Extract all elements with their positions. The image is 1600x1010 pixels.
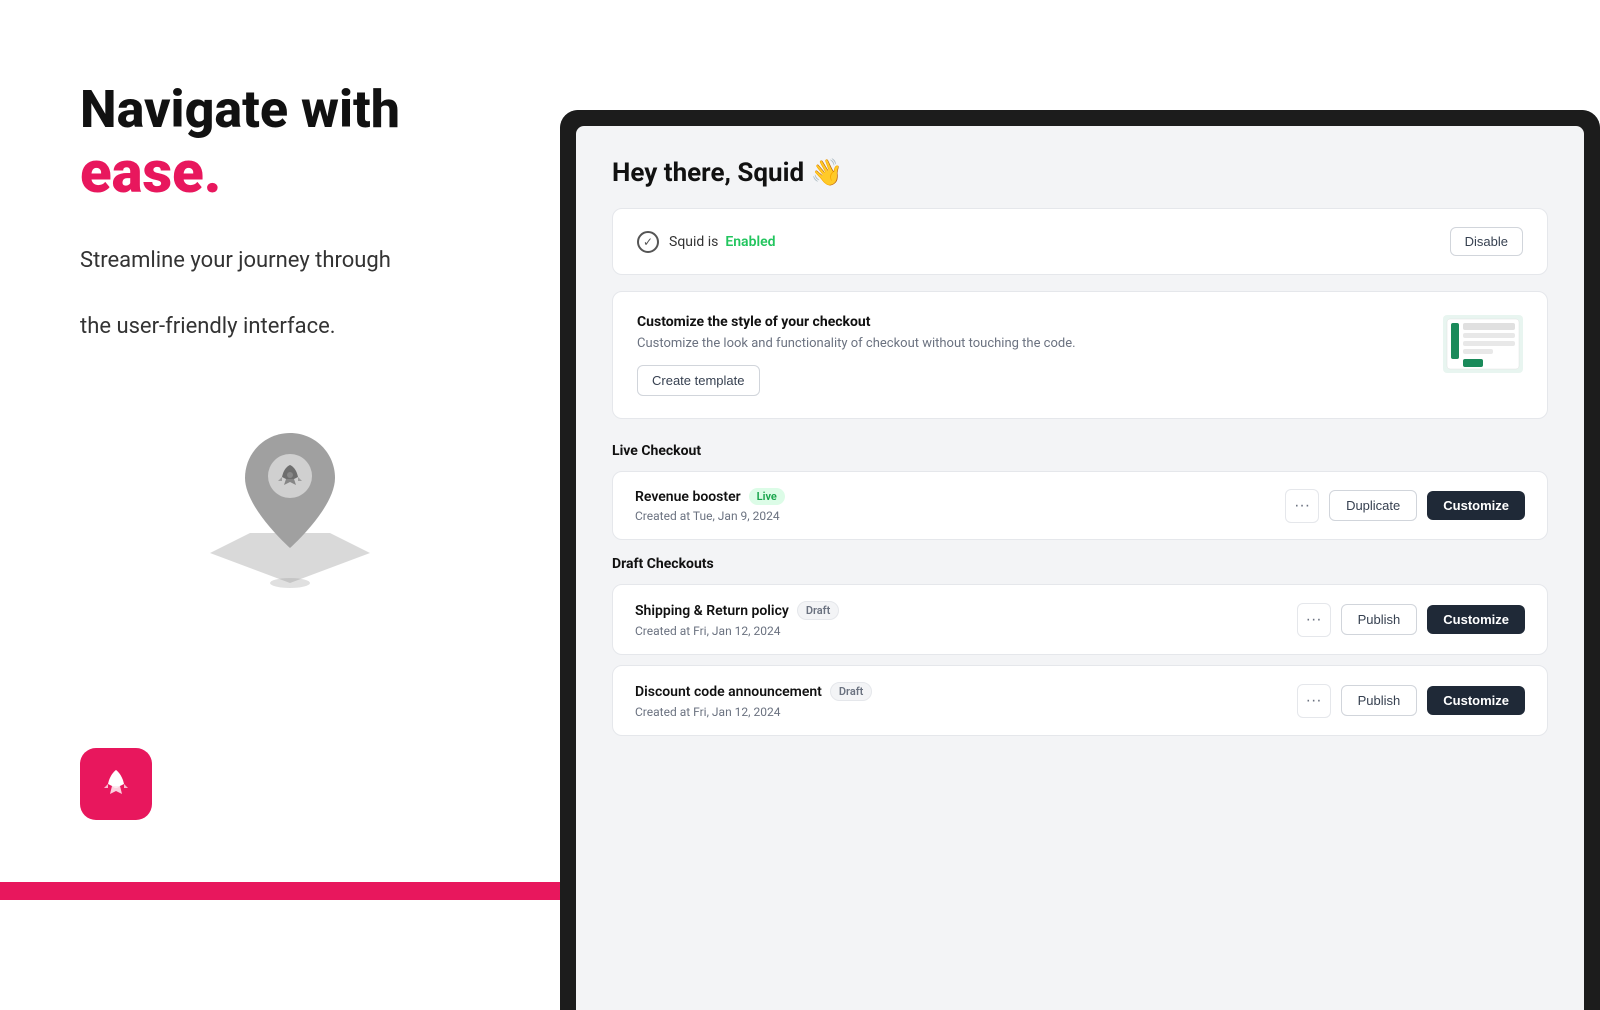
laptop-bezel: Hey there, Squid 👋 ✓ Squid is Enabled Di… <box>560 110 1600 1010</box>
laptop-screen: Hey there, Squid 👋 ✓ Squid is Enabled Di… <box>576 126 1584 1010</box>
map-illustration <box>80 393 500 617</box>
status-prefix: Squid is <box>669 234 718 250</box>
draft-badge-2: Draft <box>830 682 872 701</box>
check-circle-icon: ✓ <box>637 231 659 253</box>
status-left: ✓ Squid is Enabled <box>637 231 776 253</box>
status-card: ✓ Squid is Enabled Disable <box>612 208 1548 275</box>
disable-button[interactable]: Disable <box>1450 227 1523 256</box>
customize-card: Customize the style of your checkout Cus… <box>612 291 1548 419</box>
status-value: Enabled <box>725 234 775 250</box>
draft-item2-created: Created at Fri, Jan 12, 2024 <box>635 705 872 719</box>
subtext-line2: the user-friendly interface. <box>80 314 336 339</box>
live-checkout-label: Live Checkout <box>612 443 1548 459</box>
status-text: Squid is Enabled <box>669 234 776 250</box>
draft-item1-created: Created at Fri, Jan 12, 2024 <box>635 624 839 638</box>
draft-row2-right: ··· Publish Customize <box>1297 684 1525 718</box>
draft1-dots-button[interactable]: ··· <box>1297 603 1331 637</box>
draft-checkout-row-2: Discount code announcement Draft Created… <box>612 665 1548 736</box>
draft-row1-left: Shipping & Return policy Draft Created a… <box>635 601 839 638</box>
live-item-name: Revenue booster Live <box>635 488 785 505</box>
live-checkout-row-left: Revenue booster Live Created at Tue, Jan… <box>635 488 785 523</box>
template-preview <box>1443 314 1523 374</box>
live-checkout-section: Live Checkout Revenue booster Live Creat… <box>612 443 1548 540</box>
draft-row1-right: ··· Publish Customize <box>1297 603 1525 637</box>
duplicate-button[interactable]: Duplicate <box>1329 490 1417 521</box>
live-dots-button[interactable]: ··· <box>1285 489 1319 523</box>
pink-bar <box>0 882 560 900</box>
greeting-title: Hey there, Squid 👋 <box>612 158 1548 188</box>
right-panel: Hey there, Squid 👋 ✓ Squid is Enabled Di… <box>560 110 1600 1010</box>
customize-title: Customize the style of your checkout <box>637 314 1076 330</box>
draft-badge-1: Draft <box>797 601 839 620</box>
customize-card-left: Customize the style of your checkout Cus… <box>637 314 1076 396</box>
subtext-line1: Streamline your journey through <box>80 248 391 273</box>
draft-row2-left: Discount code announcement Draft Created… <box>635 682 872 719</box>
live-checkout-row-right: ··· Duplicate Customize <box>1285 489 1525 523</box>
headline-line1: Navigate with <box>80 79 400 140</box>
live-badge: Live <box>749 488 785 505</box>
subtext: Streamline your journey through the user… <box>80 244 500 343</box>
map-svg <box>180 393 400 617</box>
app-icon <box>80 748 152 820</box>
create-template-button[interactable]: Create template <box>637 365 760 396</box>
headline: Navigate with ease. <box>80 80 500 206</box>
live-checkout-row: Revenue booster Live Created at Tue, Jan… <box>612 471 1548 540</box>
draft1-customize-button[interactable]: Customize <box>1427 605 1525 634</box>
customize-description: Customize the look and functionality of … <box>637 336 1076 351</box>
draft-checkout-section: Draft Checkouts Shipping & Return policy… <box>612 556 1548 736</box>
draft2-dots-button[interactable]: ··· <box>1297 684 1331 718</box>
draft2-publish-button[interactable]: Publish <box>1341 685 1418 716</box>
draft-item1-name: Shipping & Return policy Draft <box>635 601 839 620</box>
draft-checkout-label: Draft Checkouts <box>612 556 1548 572</box>
live-customize-button[interactable]: Customize <box>1427 491 1525 520</box>
headline-pink: ease. <box>80 139 221 207</box>
draft-checkout-row-1: Shipping & Return policy Draft Created a… <box>612 584 1548 655</box>
live-item-created: Created at Tue, Jan 9, 2024 <box>635 509 785 523</box>
draft1-publish-button[interactable]: Publish <box>1341 604 1418 635</box>
draft2-customize-button[interactable]: Customize <box>1427 686 1525 715</box>
greeting-text: Hey there, Squid 👋 <box>612 158 843 188</box>
draft-item2-name: Discount code announcement Draft <box>635 682 872 701</box>
left-panel: Navigate with ease. Streamline your jour… <box>0 0 560 900</box>
